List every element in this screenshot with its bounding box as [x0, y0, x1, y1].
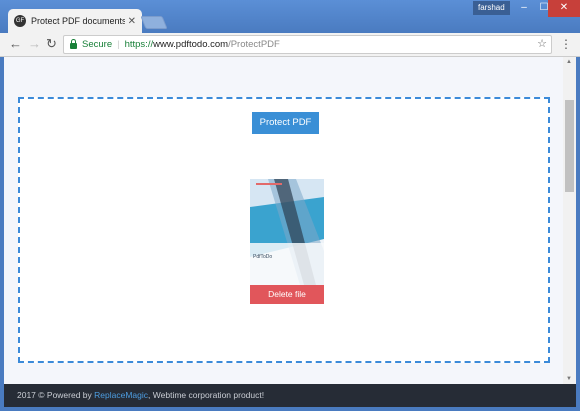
- footer-link[interactable]: ReplaceMagic: [94, 390, 148, 400]
- secure-label: Secure: [82, 39, 113, 50]
- footer-prefix: 2017 © Powered by: [17, 390, 95, 400]
- page-viewport: Protect PDF PdfToDo Delete file 2017 © P…: [4, 57, 576, 407]
- window-titlebar: GF Protect PDF documents f ✕ farshad – ☐…: [0, 0, 580, 33]
- browser-tab[interactable]: GF Protect PDF documents f ✕: [8, 9, 142, 33]
- delete-file-button[interactable]: Delete file: [250, 285, 324, 304]
- bookmark-star-icon[interactable]: ☆: [537, 36, 547, 53]
- browser-toolbar: ← → ↻ Secure | https://www.pdftodo.com/P…: [0, 33, 580, 57]
- url-host: www.pdftodo.com: [153, 39, 229, 50]
- lock-icon: [70, 38, 77, 49]
- browser-menu-icon[interactable]: ⋮: [560, 37, 572, 51]
- url-path: /ProtectPDF: [228, 39, 280, 50]
- scroll-down-icon[interactable]: ▼: [566, 376, 572, 382]
- scroll-up-icon[interactable]: ▲: [566, 59, 572, 65]
- pdf-thumbnail: PdfToDo: [250, 179, 324, 285]
- reload-icon[interactable]: ↻: [46, 37, 57, 51]
- tab-close-icon[interactable]: ✕: [128, 16, 136, 27]
- url-scheme: https://: [124, 39, 154, 50]
- file-drop-zone[interactable]: Protect PDF PdfToDo Delete file: [18, 97, 550, 363]
- back-arrow-icon[interactable]: ←: [9, 37, 22, 51]
- address-bar[interactable]: Secure | https://www.pdftodo.com/Protect…: [63, 35, 552, 54]
- vertical-scrollbar[interactable]: ▲ ▼: [563, 57, 576, 384]
- page-footer: 2017 © Powered by ReplaceMagic, Webtime …: [4, 384, 576, 407]
- new-tab-button[interactable]: [140, 16, 168, 29]
- profile-name[interactable]: farshad: [473, 1, 510, 15]
- window-close-icon[interactable]: ✕: [548, 0, 580, 17]
- protect-pdf-button[interactable]: Protect PDF: [252, 112, 319, 134]
- site-favicon-icon: GF: [14, 15, 26, 27]
- scrollbar-thumb[interactable]: [565, 100, 574, 192]
- footer-suffix: , Webtime corporation product!: [148, 390, 265, 400]
- tab-title: Protect PDF documents f: [31, 16, 125, 26]
- forward-arrow-icon[interactable]: →: [28, 37, 41, 51]
- thumbnail-caption: PdfToDo: [253, 254, 272, 260]
- address-separator: |: [117, 39, 120, 50]
